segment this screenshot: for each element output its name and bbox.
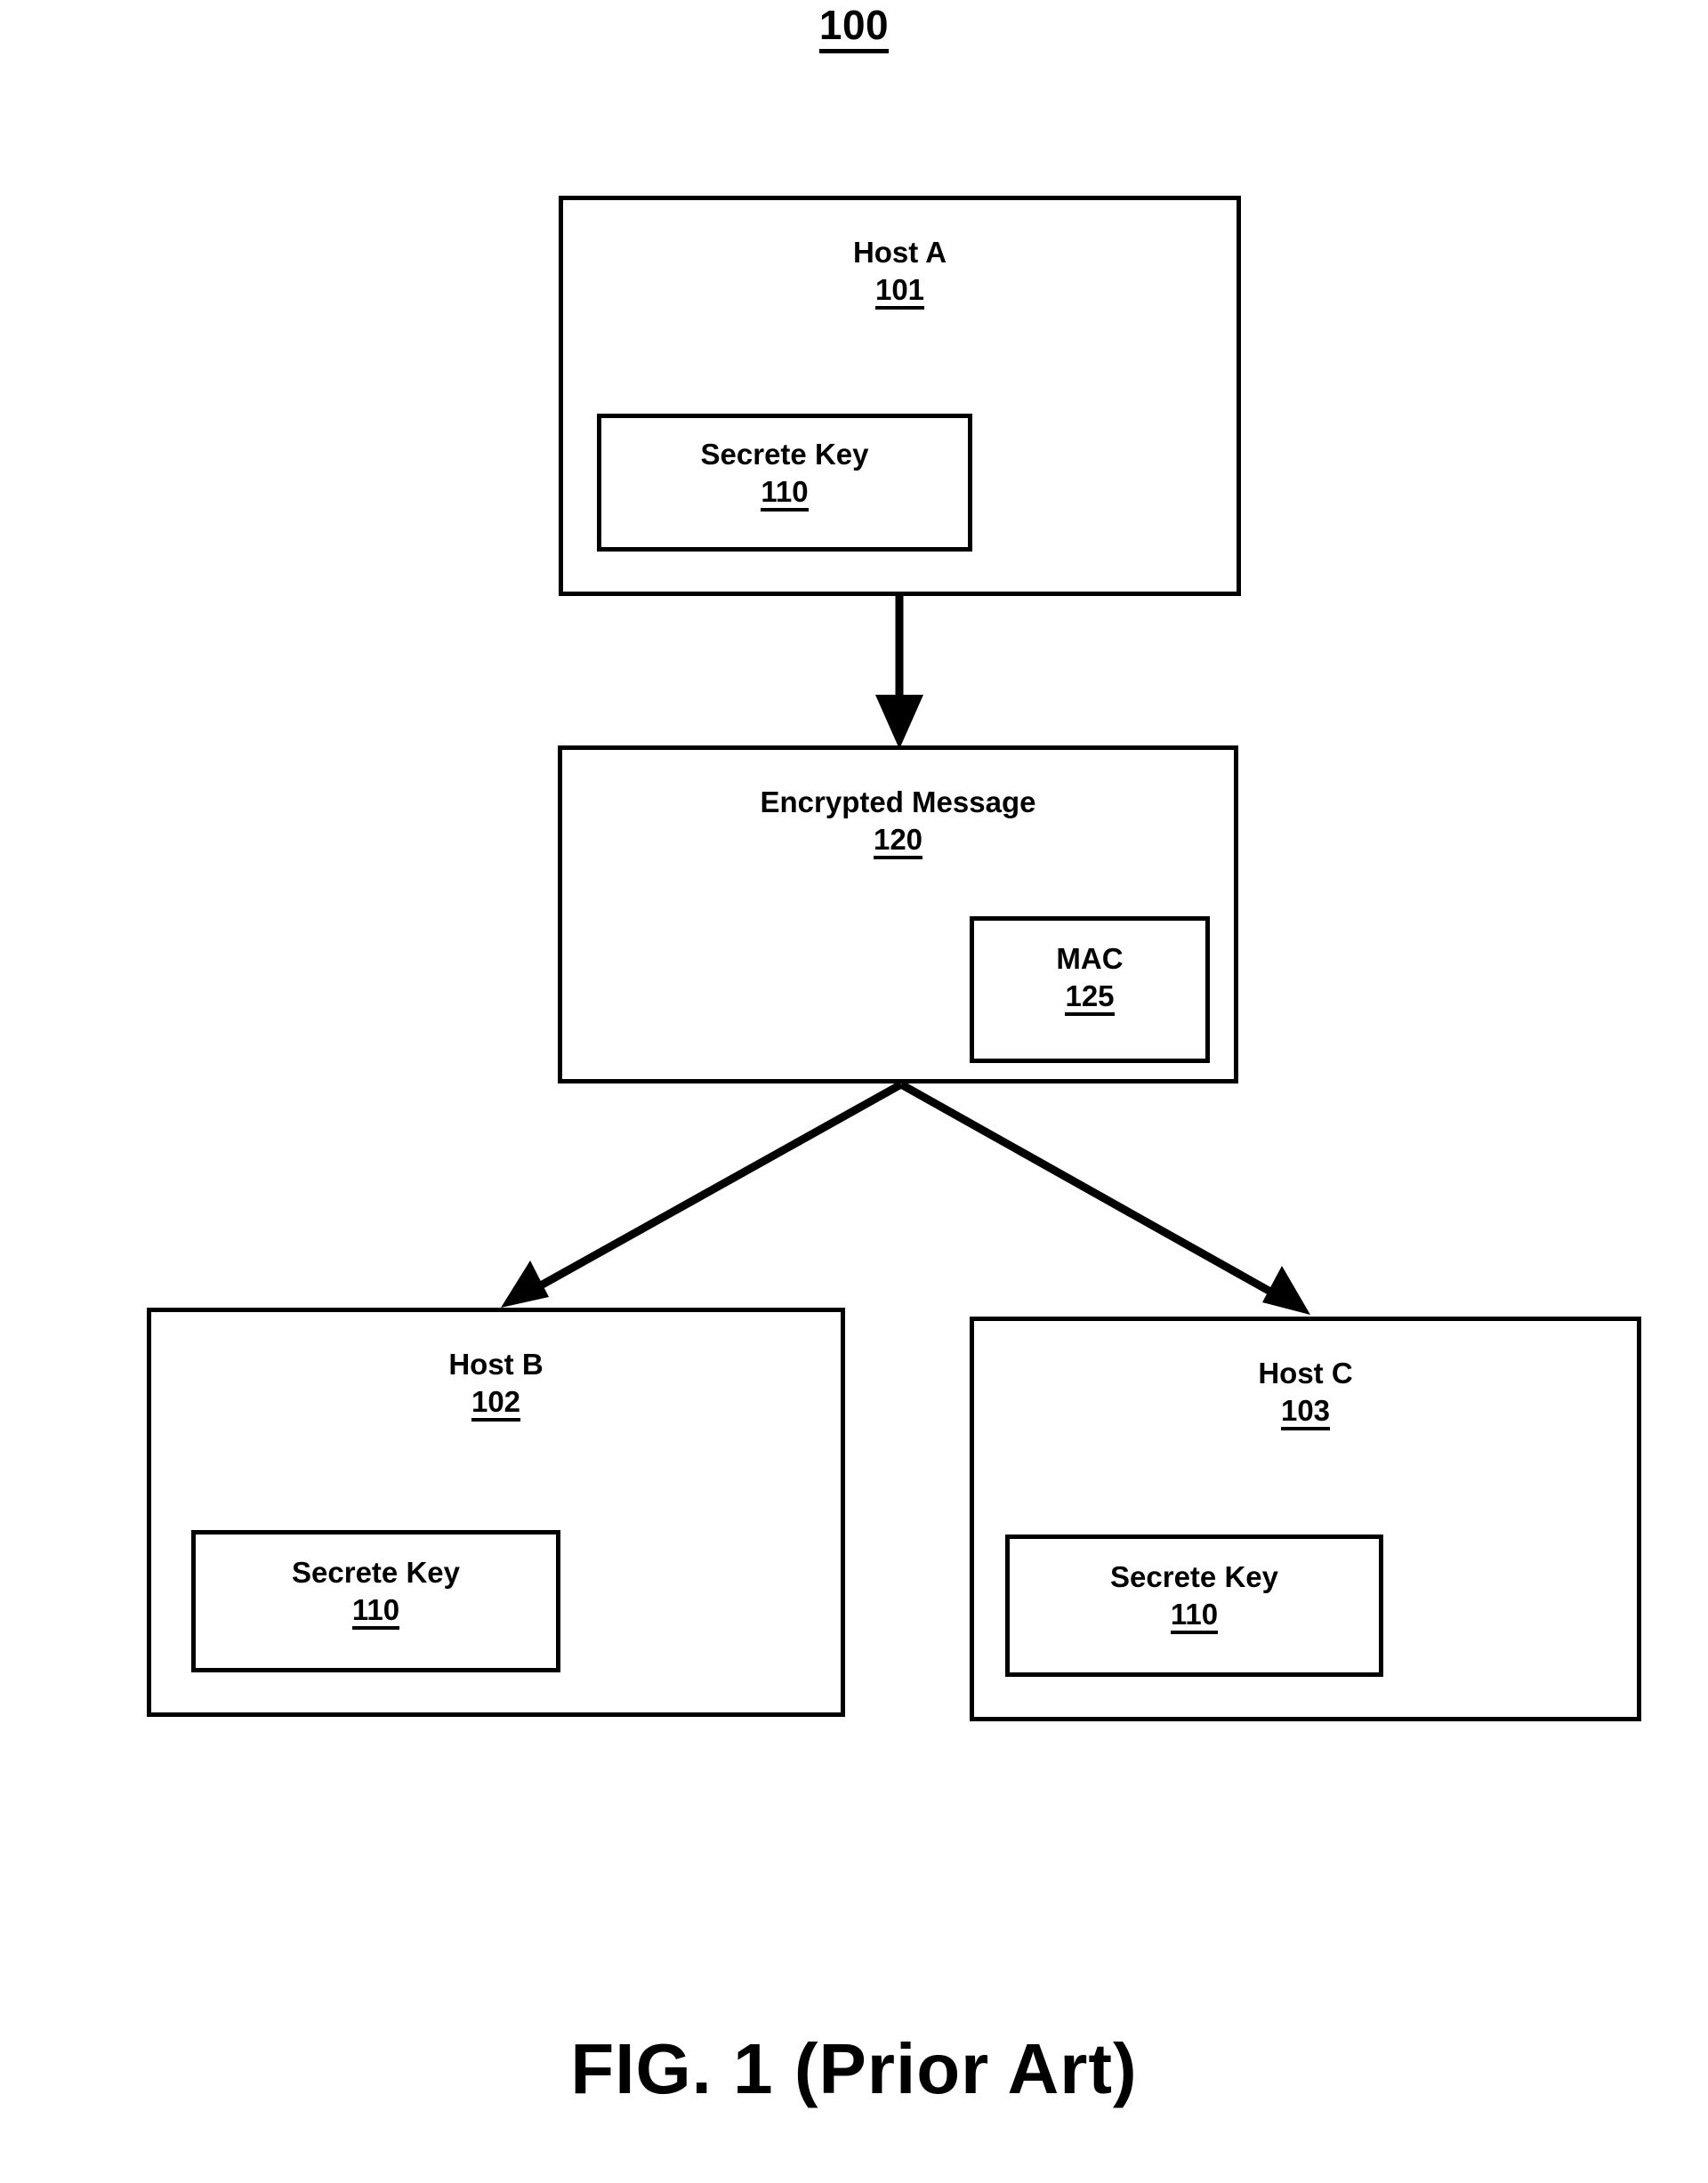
host-a-reference-text: 101 xyxy=(874,273,925,310)
mac-title: MAC xyxy=(1056,942,1124,975)
host-a-reference: 101 xyxy=(563,273,1237,310)
encrypted-message-reference-text: 120 xyxy=(873,823,923,859)
host-c-title: Host C xyxy=(1258,1357,1353,1390)
host-a-secret-key-node: Secrete Key 110 xyxy=(597,414,972,552)
mac-node: MAC 125 xyxy=(970,916,1210,1063)
host-c-secret-key-reference: 110 xyxy=(1010,1598,1379,1634)
host-b-secret-key-title: Secrete Key xyxy=(292,1556,460,1589)
host-c-secret-key-title: Secrete Key xyxy=(1110,1560,1278,1593)
mac-reference: 125 xyxy=(974,979,1205,1016)
encrypted-message-reference: 120 xyxy=(562,823,1234,859)
host-a-secret-key-title: Secrete Key xyxy=(700,438,869,471)
host-b-title: Host B xyxy=(448,1348,544,1381)
figure-caption: FIG. 1 (Prior Art) xyxy=(570,2029,1138,2108)
host-c-reference-text: 103 xyxy=(1280,1394,1331,1430)
arrow-encrypted-message-to-host-b xyxy=(501,1081,904,1308)
encrypted-message-title: Encrypted Message xyxy=(760,785,1036,818)
host-b-secret-key-reference-text: 110 xyxy=(351,1593,400,1630)
host-c-secret-key-node: Secrete Key 110 xyxy=(1005,1535,1383,1677)
mac-reference-text: 125 xyxy=(1065,979,1115,1016)
figure-canvas: 100 Host A 101 Secrete Key 110 Encrypted… xyxy=(0,0,1708,2183)
host-c-node: Host C 103 Secrete Key 110 xyxy=(970,1317,1641,1721)
host-b-node: Host B 102 Secrete Key 110 xyxy=(147,1308,845,1717)
host-a-node: Host A 101 Secrete Key 110 xyxy=(559,196,1241,596)
figure-reference-number: 100 xyxy=(0,0,1708,53)
host-b-secret-key-reference: 110 xyxy=(196,1593,556,1630)
host-a-secret-key-reference-text: 110 xyxy=(761,475,809,512)
host-b-reference-text: 102 xyxy=(471,1385,521,1422)
host-c-reference: 103 xyxy=(974,1394,1637,1430)
host-a-secret-key-reference: 110 xyxy=(601,475,968,512)
host-b-reference: 102 xyxy=(151,1385,841,1422)
arrow-host-a-to-encrypted-message xyxy=(875,596,923,749)
arrow-encrypted-message-to-host-c xyxy=(898,1081,1310,1315)
host-c-secret-key-reference-text: 110 xyxy=(1170,1598,1219,1634)
figure-reference-number-text: 100 xyxy=(818,2,890,53)
encrypted-message-node: Encrypted Message 120 MAC 125 xyxy=(558,745,1238,1083)
host-a-title: Host A xyxy=(852,236,947,269)
host-b-secret-key-node: Secrete Key 110 xyxy=(191,1530,560,1672)
